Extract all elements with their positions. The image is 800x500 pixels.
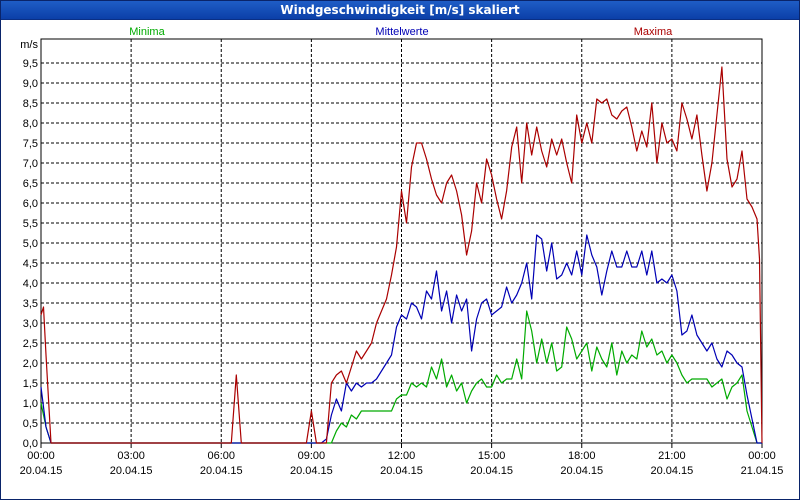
chart-window: Windgeschwindigkeit [m/s] skaliert 0,0 0,… [0,0,800,500]
y-tick-label: 4,0 [23,278,38,290]
y-tick-label: 1,0 [23,398,38,410]
y-tick-label: 4,5 [23,258,38,270]
x-tick-time: 15:00 [478,450,506,462]
x-tick-date: 20.04.15 [200,465,243,477]
y-tick-label: 8,5 [23,98,38,110]
x-tick-date: 21.04.15 [741,465,784,477]
y-tick-label: 1,5 [23,378,38,390]
y-tick-label: 0,5 [23,418,38,430]
y-tick-label: 2,5 [23,338,38,350]
x-tick-time: 21:00 [658,450,686,462]
y-tick-label: 0,0 [23,438,38,450]
x-tick-date: 20.04.15 [650,465,693,477]
y-tick-label: 3,0 [23,318,38,330]
x-tick-time: 18:00 [568,450,596,462]
y-tick-label: 7,5 [23,138,38,150]
y-tick-label: 6,0 [23,198,38,210]
y-tick-label: 9,5 [23,58,38,70]
x-tick-date: 20.04.15 [290,465,333,477]
legend-mittelwerte: Mittelwerte [375,26,428,38]
legend-maxima: Maxima [634,26,673,38]
legend-minima: Minima [129,26,165,38]
x-tick-date: 20.04.15 [560,465,603,477]
window-title: Windgeschwindigkeit [m/s] skaliert [1,1,799,20]
y-tick-label: 2,0 [23,358,38,370]
y-tick-label: 5,0 [23,238,38,250]
x-tick-date: 20.04.15 [380,465,423,477]
x-tick-date: 20.04.15 [110,465,153,477]
wind-speed-chart: 0,0 0,5 1,0 1,5 2,0 2,5 3,0 3,5 4,0 4,5 5,0 5,5 6,0 6… [20,26,784,477]
y-tick-label: 6,5 [23,178,38,190]
x-tick-time: 03:00 [117,450,145,462]
x-tick-time: 09:00 [298,450,326,462]
y-tick-label: 7,0 [23,158,38,170]
x-tick-time: 12:00 [388,450,416,462]
y-tick-label: 8,0 [23,118,38,130]
y-tick-label: 5,5 [23,218,38,230]
x-tick-date: 20.04.15 [470,465,513,477]
y-tick-label: 3,5 [23,298,38,310]
x-tick-time: 06:00 [207,450,235,462]
y-axis-label: m/s [20,39,38,51]
x-tick-time: 00:00 [27,450,55,462]
x-tick-date: 20.04.15 [20,465,63,477]
x-tick-time: 00:00 [748,450,776,462]
y-tick-label: 9,0 [23,78,38,90]
